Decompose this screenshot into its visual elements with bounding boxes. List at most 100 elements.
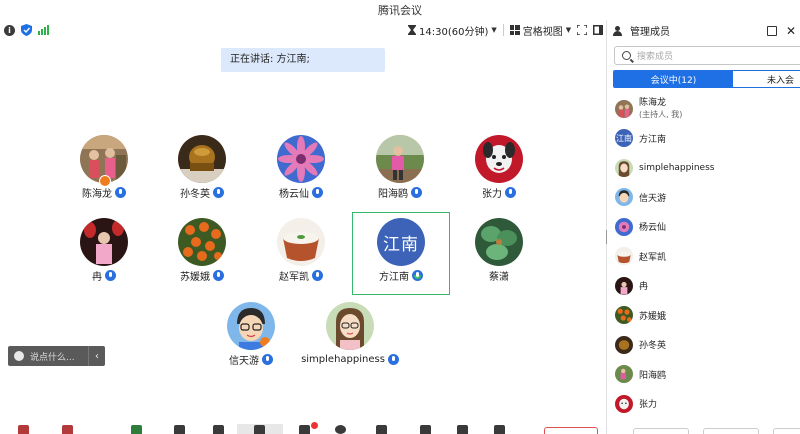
mic-icon — [115, 187, 126, 198]
host-badge — [99, 175, 111, 187]
signal-icon[interactable] — [38, 25, 49, 35]
member-list: 陈海龙 (主持人, 我) 江南 方江南 simplehappiness 信天游 — [607, 94, 800, 419]
participant-name-row: 杨云仙 — [279, 186, 323, 200]
participant-tile[interactable]: 苏媛娥 — [153, 218, 251, 300]
avatar — [475, 135, 523, 183]
member-name: 信天游 — [639, 193, 667, 204]
participant-tile[interactable]: simplehappiness — [301, 302, 399, 384]
participant-tile[interactable]: 信天游 — [202, 302, 300, 384]
security-icon[interactable] — [174, 425, 185, 434]
emoji-icon[interactable] — [14, 351, 24, 361]
avatar: 江南 — [377, 218, 425, 266]
popout-icon[interactable] — [766, 25, 777, 36]
participant-name: 方江南 — [379, 272, 409, 283]
mic-muted-icon[interactable] — [18, 425, 29, 434]
status-indicators: i — [4, 22, 49, 38]
tab-in-meeting[interactable]: 会议中(12) — [614, 71, 733, 87]
member-search-input[interactable]: 搜索成员 — [614, 46, 800, 65]
info-icon[interactable]: i — [4, 24, 15, 36]
shield-icon[interactable] — [21, 24, 32, 36]
divider — [502, 24, 504, 36]
more-button[interactable] — [773, 428, 800, 434]
participant-name-row: 赵军凯 — [279, 269, 323, 283]
apps-icon[interactable] — [376, 425, 387, 434]
mic-icon — [213, 270, 224, 281]
participant-name: 张力 — [482, 189, 502, 200]
avatar — [615, 99, 633, 118]
avatar — [475, 218, 523, 266]
participant-tile[interactable]: 陈海龙 — [55, 135, 153, 217]
member-row[interactable]: 孙冬英 — [607, 330, 800, 360]
participant-tile[interactable]: 张力 — [450, 135, 548, 217]
invite-icon[interactable] — [213, 425, 224, 434]
avatar — [615, 217, 633, 236]
avatar — [615, 276, 633, 295]
fullscreen-icon[interactable] — [577, 25, 588, 35]
member-row[interactable]: 阳海鸥 — [607, 360, 800, 390]
mic-icon — [213, 187, 224, 198]
members-icon — [613, 25, 625, 36]
unmute-all-button[interactable] — [703, 428, 759, 434]
member-name: 阳海鸥 — [639, 370, 667, 381]
participant-tile[interactable]: 赵军凯 — [252, 218, 350, 300]
member-row[interactable]: 陈海龙 (主持人, 我) — [607, 94, 800, 124]
mic-active-icon — [412, 270, 423, 281]
close-icon[interactable]: ✕ — [786, 24, 796, 38]
participant-name-row: 冉 — [92, 269, 116, 283]
mic-icon — [262, 354, 273, 365]
participant-name: 苏媛娥 — [180, 272, 210, 283]
panel-footer — [633, 428, 800, 434]
participant-name-row: simplehappiness — [301, 353, 399, 366]
sidebar-toggle-icon[interactable] — [593, 25, 604, 35]
mic-icon — [312, 270, 323, 281]
participant-tile[interactable]: 阳海鸥 — [351, 135, 449, 217]
mic-icon — [312, 187, 323, 198]
participant-tile[interactable]: 孙冬英 — [153, 135, 251, 217]
member-row[interactable]: 赵军凯 — [607, 242, 800, 272]
chat-icon[interactable] — [299, 425, 310, 434]
camera-off-icon[interactable] — [62, 425, 73, 434]
chat-input[interactable]: 说点什么... ‹ — [8, 346, 105, 366]
chevron-down-icon: ▼ — [491, 26, 497, 34]
participant-tile[interactable]: 杨云仙 — [252, 135, 350, 217]
record-icon[interactable] — [335, 425, 346, 434]
participant-tile[interactable]: 蔡潇 — [450, 218, 548, 300]
panel-header: 管理成员 ✕ — [607, 20, 800, 41]
avatar — [80, 218, 128, 266]
participant-name: 阳海鸥 — [378, 189, 408, 200]
settings-icon[interactable] — [494, 425, 505, 434]
member-row[interactable]: 江南 方江南 — [607, 124, 800, 154]
participant-name-row: 方江南 — [379, 269, 423, 283]
avatar — [615, 335, 633, 354]
member-name: 孙冬英 — [639, 341, 667, 352]
layout-icon[interactable] — [457, 425, 468, 434]
people-icon[interactable] — [420, 425, 431, 434]
share-screen-icon[interactable] — [131, 425, 142, 434]
participant-name-row: 信天游 — [229, 353, 273, 367]
participant-name-row: 张力 — [482, 186, 516, 200]
mute-all-button[interactable] — [633, 428, 689, 434]
member-row[interactable]: 苏媛娥 — [607, 301, 800, 331]
member-row[interactable]: 信天游 — [607, 183, 800, 213]
member-row[interactable]: 杨云仙 — [607, 212, 800, 242]
view-mode-button[interactable]: 宫格视图 ▼ — [509, 23, 571, 38]
member-name: 赵军凯 — [639, 252, 667, 263]
participant-name: 赵军凯 — [279, 272, 309, 283]
member-row[interactable]: 冉 — [607, 271, 800, 301]
participant-name: 杨云仙 — [279, 189, 309, 200]
member-row[interactable]: 张力 — [607, 389, 800, 419]
participant-name: simplehappiness — [301, 354, 385, 365]
mic-icon — [387, 354, 399, 365]
member-row[interactable]: simplehappiness — [607, 153, 800, 183]
duration-button[interactable]: 14:30(60分钟) ▼ — [408, 23, 497, 38]
end-meeting-button[interactable] — [544, 427, 598, 434]
participant-tile[interactable]: 冉 — [55, 218, 153, 300]
hourglass-icon — [408, 25, 416, 35]
member-name: 方江南 — [639, 134, 667, 145]
meeting-toolbar: 14:30(60分钟) ▼ 宫格视图 ▼ — [408, 21, 604, 39]
collapse-chevron-icon[interactable]: ‹ — [89, 351, 105, 362]
tab-not-joined[interactable]: 未入会 — [733, 71, 800, 87]
participant-tile-speaking[interactable]: 江南 方江南 — [352, 212, 450, 295]
mic-icon — [505, 187, 516, 198]
members-icon[interactable] — [254, 425, 265, 434]
